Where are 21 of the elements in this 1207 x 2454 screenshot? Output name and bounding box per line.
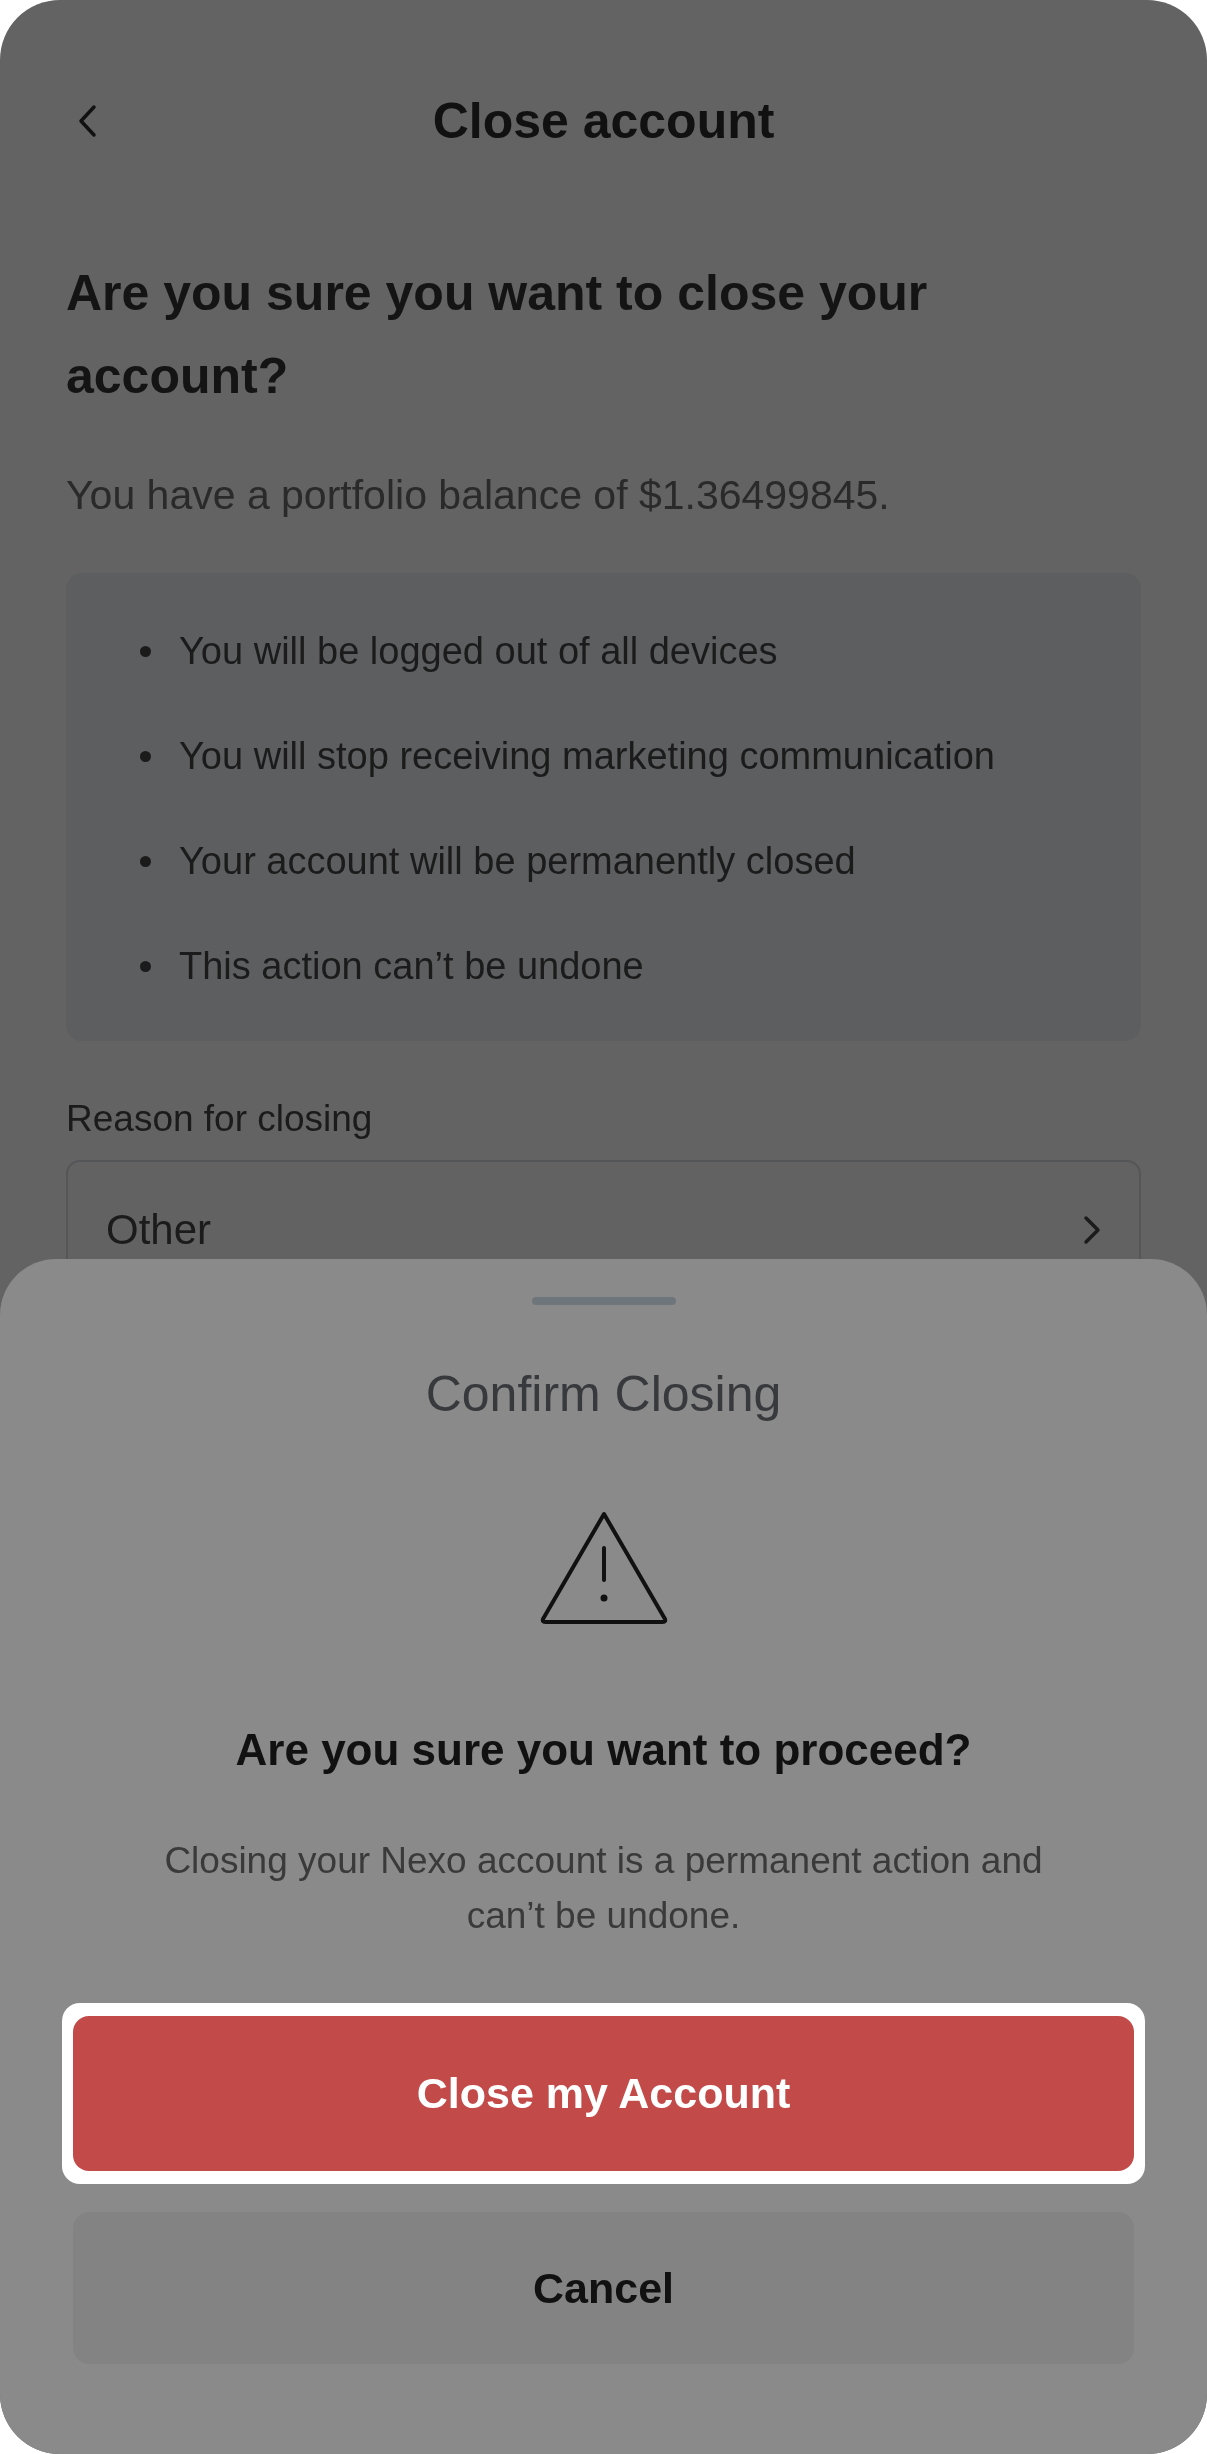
confirm-message: Closing your Nexo account is a permanent action and can’t be undone. [163, 1839, 1044, 1938]
sheet-handle[interactable] [531, 1297, 676, 1305]
chevron-right-icon [1083, 1215, 1101, 1245]
consequence-text: You will stop receiving marketing communication [179, 735, 995, 778]
sheet-title: Confirm Closing [425, 1365, 782, 1424]
page-heading: Are you sure you want to close your account? [66, 264, 929, 406]
warning-icon [538, 1510, 669, 1625]
screen-title: Close account [432, 92, 775, 150]
bullet-icon [140, 751, 151, 762]
consequence-text: Your account will be permanently closed [179, 840, 856, 883]
cancel-button[interactable]: Cancel [73, 2212, 1134, 2364]
field-label: Reason for closing [66, 1097, 374, 1141]
chevron-left-icon [77, 104, 97, 138]
bullet-icon [140, 961, 151, 972]
confirm-question: Are you sure you want to proceed? [235, 1724, 972, 1776]
bullet-icon [140, 856, 151, 867]
bullet-icon [140, 646, 151, 657]
consequence-text: This action can’t be undone [179, 945, 644, 988]
consequence-text: You will be logged out of all devices [179, 630, 778, 673]
close-account-button[interactable]: Close my Account [73, 2016, 1134, 2171]
balance-text: You have a portfolio balance of $1.36499845. [66, 471, 891, 520]
